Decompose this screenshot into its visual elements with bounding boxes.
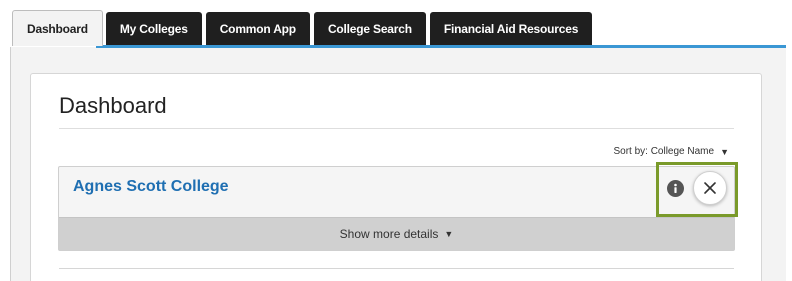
next-college-card-edge — [59, 268, 734, 269]
tab-dashboard[interactable]: Dashboard — [12, 10, 103, 46]
tab-bar: Dashboard My Colleges Common App College… — [12, 10, 596, 46]
tab-my-colleges[interactable]: My Colleges — [105, 12, 202, 46]
tab-college-search[interactable]: College Search — [313, 12, 426, 46]
sort-dropdown[interactable]: Sort by: College Name ▼ — [613, 146, 729, 157]
show-more-details-label: Show more details — [339, 227, 439, 241]
tab-financial-aid-resources[interactable]: Financial Aid Resources — [429, 12, 593, 46]
info-icon[interactable] — [667, 180, 684, 197]
close-icon — [704, 182, 716, 194]
tab-common-app[interactable]: Common App — [205, 12, 310, 46]
tab-underline — [96, 45, 786, 48]
remove-college-button[interactable] — [693, 171, 727, 205]
caret-down-icon: ▼ — [720, 146, 729, 157]
app-root: Dashboard My Colleges Common App College… — [0, 0, 792, 281]
title-divider — [59, 128, 734, 129]
caret-down-icon: ▼ — [444, 229, 454, 239]
sort-label: Sort by: College Name — [613, 146, 715, 157]
page-title: Dashboard — [59, 93, 167, 118]
show-more-details-button[interactable]: Show more details ▼ — [59, 217, 734, 250]
college-name-link[interactable]: Agnes Scott College — [73, 178, 229, 196]
